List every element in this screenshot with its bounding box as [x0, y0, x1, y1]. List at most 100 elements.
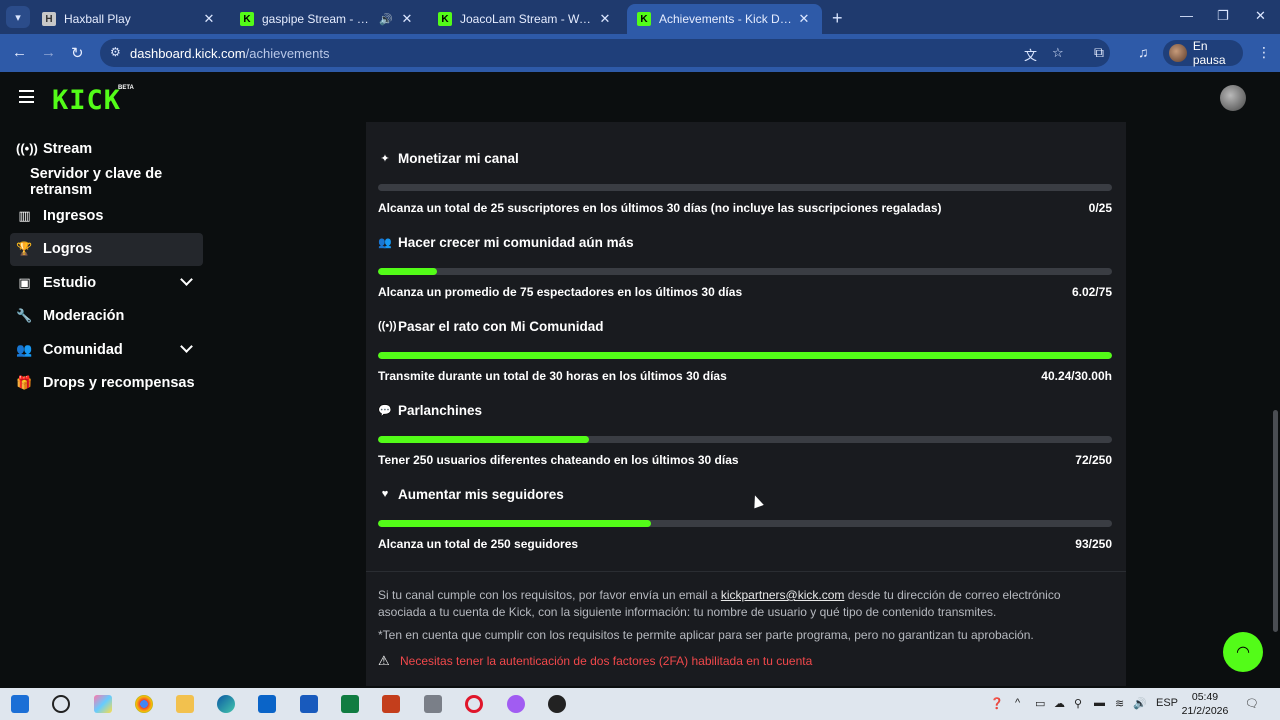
bookmark-star-icon[interactable]: ☆ [1052, 45, 1064, 61]
search-icon[interactable] [52, 695, 70, 713]
achievement-title: Hacer crecer mi comunidad aún más [398, 234, 634, 250]
close-icon[interactable]: ✕ [796, 11, 812, 27]
section-divider [366, 571, 1126, 572]
edge-icon[interactable] [217, 695, 235, 713]
heart-icon: ♥ [381, 488, 389, 500]
translate-icon[interactable]: 文 [1024, 45, 1037, 64]
progress-bar [378, 352, 1112, 359]
speaker-icon[interactable]: 🔊 [379, 13, 393, 26]
achievement-description: Alcanza un total de 25 suscriptores en l… [378, 201, 942, 215]
window-close-icon[interactable]: ✕ [1255, 8, 1266, 24]
users-icon: 👥 [378, 236, 392, 249]
user-avatar[interactable] [1220, 85, 1246, 111]
profile-status: En pausa [1192, 39, 1226, 67]
close-icon[interactable]: ✕ [201, 11, 217, 27]
discord-icon[interactable] [507, 695, 525, 713]
chrome-icon[interactable] [135, 695, 153, 713]
chevron-down-icon[interactable] [180, 340, 193, 353]
kick-icon: K [438, 12, 452, 26]
address-bar[interactable]: ⚙ dashboard.kick.com/achievements 文 ☆ [100, 39, 1110, 67]
sidebar-item-logros[interactable]: 🏆 Logros [10, 232, 203, 266]
sidebar-item-label: Estudio [43, 274, 97, 291]
community-icon: 👥 [16, 341, 33, 357]
minimize-icon[interactable]: — [1180, 8, 1193, 23]
close-icon[interactable]: ✕ [399, 11, 415, 27]
sidebar-item-label: Comunidad [43, 341, 123, 358]
chevron-up-icon[interactable]: ^ [1015, 697, 1020, 709]
tab-title: JoacoLam Stream - Watch Live [460, 12, 597, 26]
app-icon[interactable] [548, 695, 566, 713]
hamburger-menu-icon[interactable] [19, 90, 34, 103]
studio-icon: ▣ [18, 274, 31, 290]
beta-badge: BETA [118, 85, 134, 91]
application-note: Si tu canal cumple con los requisitos, p… [378, 587, 1108, 620]
partner-email-link[interactable]: kickpartners@kick.com [721, 588, 845, 602]
extensions-icon[interactable]: ⧉ [1094, 44, 1104, 61]
wifi-icon[interactable]: ≋ [1115, 697, 1124, 710]
sidebar-item-moderacion[interactable]: 🔧 Moderación [0, 300, 215, 334]
support-chat-button[interactable]: ◠ [1223, 632, 1263, 672]
browser-tab-active[interactable]: K Achievements - Kick Dashboard ✕ [627, 4, 822, 34]
tab-title: gaspipe Stream - Watch Live [262, 12, 379, 26]
usb-icon[interactable]: ⚲ [1074, 697, 1082, 710]
achievement-progress: 72/250 [1075, 453, 1112, 467]
site-info-icon[interactable]: ⚙ [110, 45, 121, 59]
system-clock[interactable]: 05:49 21/2/2026 [1180, 690, 1230, 718]
file-explorer-icon[interactable] [176, 695, 194, 713]
tray-app-icon[interactable]: ▭ [1035, 697, 1045, 710]
progress-bar-fill [378, 352, 1112, 359]
media-control-icon[interactable]: ♫ [1138, 44, 1149, 60]
back-icon[interactable]: ← [12, 44, 27, 61]
sidebar-item-stream[interactable]: ((•)) Stream [0, 132, 215, 166]
opera-icon[interactable] [465, 695, 483, 713]
reload-icon[interactable]: ↻ [71, 44, 84, 62]
trophy-icon: 🏆 [16, 241, 33, 257]
haxball-icon: H [42, 12, 56, 26]
sidebar-item-comunidad[interactable]: 👥 Comunidad [0, 333, 215, 367]
achievement-item: ♥ Aumentar mis seguidores Alcanza un tota… [378, 485, 1112, 551]
maximize-icon[interactable]: ❐ [1217, 8, 1229, 24]
kick-header: KICK BETA [0, 72, 1280, 122]
note-prefix: Si tu canal cumple con los requisitos, p… [378, 588, 721, 602]
battery-icon[interactable]: ▬ [1094, 697, 1105, 709]
sidebar-item-estudio[interactable]: ▣ Estudio [0, 266, 215, 300]
outlook-icon[interactable] [258, 695, 276, 713]
forward-icon[interactable]: → [41, 44, 56, 61]
notifications-icon[interactable]: 🗨 [1245, 697, 1259, 710]
powerpoint-icon[interactable] [382, 695, 400, 713]
broadcast-icon: ((•)) [16, 141, 38, 157]
tab-search-menu-button[interactable]: ▾ [6, 6, 30, 28]
achievement-description: Transmite durante un total de 30 horas e… [378, 369, 727, 383]
new-tab-icon[interactable]: + [832, 8, 843, 29]
gift-icon: 🎁 [16, 375, 33, 391]
sidebar-item-label: Stream [43, 140, 93, 157]
volume-icon[interactable]: 🔊 [1133, 697, 1147, 710]
achievement-title: Monetizar mi canal [398, 150, 519, 166]
achievement-description: Alcanza un promedio de 75 espectadores e… [378, 285, 743, 299]
browser-tab[interactable]: K JoacoLam Stream - Watch Live ✕ [428, 4, 623, 34]
cloud-icon[interactable]: ☁ [1054, 697, 1065, 710]
language-indicator[interactable]: ESP [1156, 697, 1178, 709]
copilot-icon[interactable] [94, 695, 112, 713]
help-icon[interactable]: ❓ [990, 697, 1004, 710]
achievement-progress: 0/25 [1088, 201, 1112, 215]
browser-tab[interactable]: K gaspipe Stream - Watch Live 🔊 ✕ [230, 4, 425, 34]
windows-start-icon[interactable] [11, 695, 29, 713]
profile-button[interactable]: En pausa [1163, 39, 1243, 67]
close-icon[interactable]: ✕ [597, 11, 613, 27]
sidebar-item-drops[interactable]: 🎁 Drops y recompensas [0, 367, 215, 401]
clock-date: 21/2/2026 [1181, 705, 1229, 717]
browser-tab[interactable]: H Haxball Play ✕ [32, 4, 227, 34]
chevron-down-icon[interactable] [180, 273, 193, 286]
excel-icon[interactable] [341, 695, 359, 713]
browser-menu-icon[interactable]: ⋮ [1257, 44, 1271, 61]
page-scrollbar[interactable] [1273, 410, 1278, 632]
achievement-title: Pasar el rato con Mi Comunidad [398, 318, 604, 334]
sidebar-item-ingresos[interactable]: ▥ Ingresos [0, 199, 215, 233]
sidebar-item-stream-key[interactable]: Servidor y clave de retransm [0, 166, 215, 200]
url-host: dashboard.kick.com [130, 45, 246, 61]
word-icon[interactable] [300, 695, 318, 713]
kick-logo[interactable]: KICK [52, 85, 121, 116]
calculator-icon[interactable] [424, 695, 442, 713]
dashboard-sidebar: ((•)) Stream Servidor y clave de retrans… [0, 132, 215, 400]
